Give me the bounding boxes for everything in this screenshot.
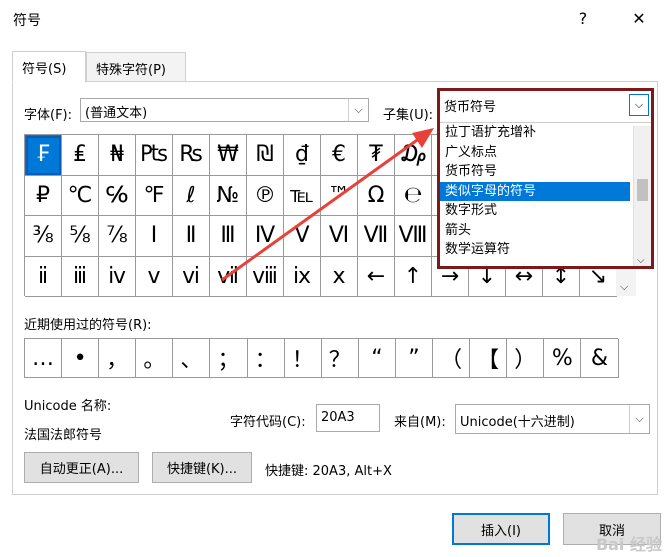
annotation-arrow-icon (221, 128, 434, 282)
